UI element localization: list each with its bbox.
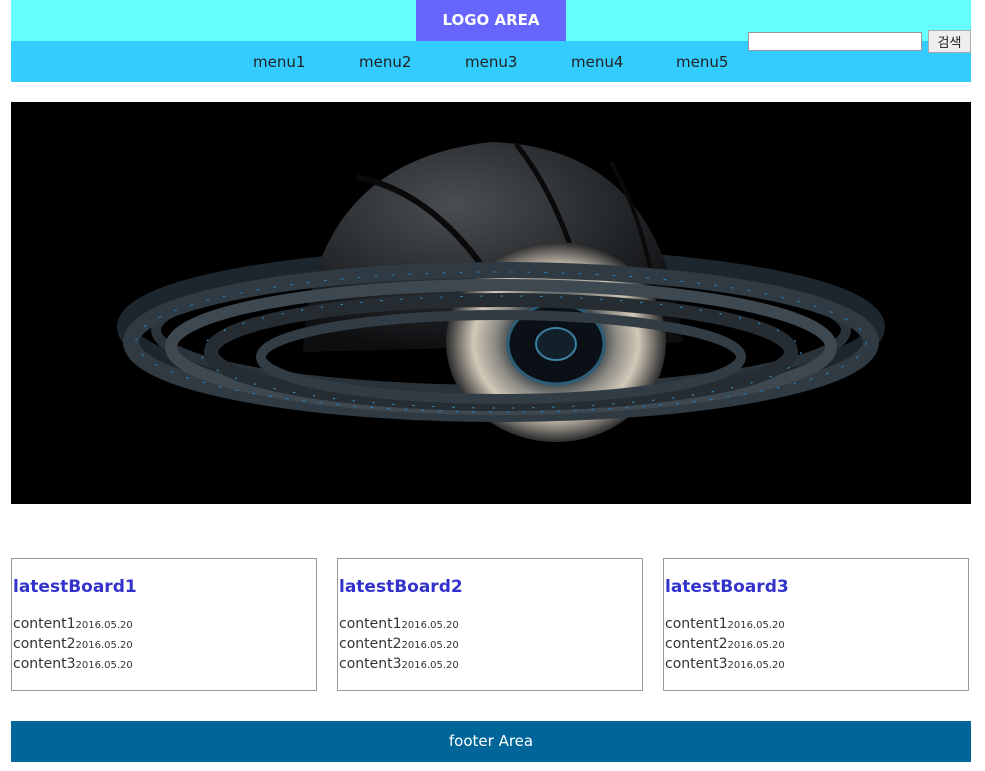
search-button[interactable]: 검색 — [928, 30, 971, 53]
board-title[interactable]: latestBoard3 — [665, 577, 789, 597]
menu-item-1[interactable]: menu1 — [253, 53, 305, 71]
latest-board-3: latestBoard3 content12016.05.20 content2… — [663, 558, 969, 691]
logo[interactable]: LOGO AREA — [416, 0, 566, 41]
list-item[interactable]: content22016.05.20 — [339, 636, 459, 652]
menu-item-4[interactable]: menu4 — [571, 53, 623, 71]
space-station-illustration — [11, 102, 971, 504]
list-item[interactable]: content32016.05.20 — [339, 656, 459, 672]
list-item[interactable]: content12016.05.20 — [339, 616, 459, 632]
menu-item-2[interactable]: menu2 — [359, 53, 411, 71]
list-item[interactable]: content32016.05.20 — [665, 656, 785, 672]
search-input[interactable] — [748, 32, 922, 51]
hero-banner-image — [11, 102, 971, 504]
latest-board-1: latestBoard1 content12016.05.20 content2… — [11, 558, 317, 691]
footer: footer Area — [11, 721, 971, 762]
list-item[interactable]: content32016.05.20 — [13, 656, 133, 672]
latest-board-2: latestBoard2 content12016.05.20 content2… — [337, 558, 643, 691]
list-item[interactable]: content22016.05.20 — [665, 636, 785, 652]
menu-item-3[interactable]: menu3 — [465, 53, 517, 71]
board-title[interactable]: latestBoard2 — [339, 577, 463, 597]
list-item[interactable]: content12016.05.20 — [665, 616, 785, 632]
board-title[interactable]: latestBoard1 — [13, 577, 137, 597]
menu-item-5[interactable]: menu5 — [676, 53, 728, 71]
list-item[interactable]: content22016.05.20 — [13, 636, 133, 652]
list-item[interactable]: content12016.05.20 — [13, 616, 133, 632]
header: LOGO AREA menu1 menu2 menu3 menu4 menu5 … — [11, 0, 971, 82]
